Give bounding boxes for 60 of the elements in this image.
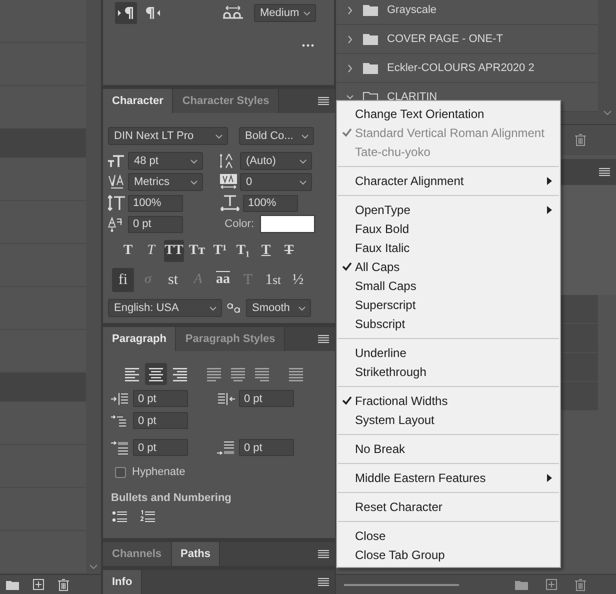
checkbox-label: Hyphenate (132, 466, 186, 478)
menu-item[interactable]: Middle Eastern Features (337, 468, 560, 487)
font-family-dropdown[interactable]: DIN Next LT Pro (108, 127, 228, 145)
language-dropdown[interactable]: English: USA (108, 299, 222, 317)
menu-item[interactable]: No Break (337, 439, 560, 458)
type-style-button[interactable]: T¹ (210, 240, 230, 262)
layer-name: Grayscale (387, 4, 437, 16)
layer-row[interactable]: COVER PAGE - ONE-T (336, 25, 598, 54)
layer-name: Eckler-COLOURS APR2020 2 (387, 62, 534, 74)
type-style-button[interactable]: Tт (187, 240, 207, 262)
justification-dropdown[interactable]: Medium (254, 4, 316, 22)
menu-item[interactable]: Strikethrough (337, 362, 560, 381)
baseline-shift-field[interactable]: 0 pt (128, 216, 183, 232)
type-style-button[interactable]: T (256, 240, 276, 262)
menu-item[interactable]: Close Tab Group (337, 545, 560, 564)
menu-item[interactable]: Reset Character (337, 497, 560, 516)
space-before-field[interactable]: 0 pt (133, 439, 188, 456)
menu-item[interactable]: Superscript (337, 295, 560, 314)
color-label: Color: (224, 218, 254, 230)
type-style-button[interactable]: T (279, 240, 299, 262)
leading-dropdown[interactable]: (Auto) (240, 152, 312, 170)
opentype-button[interactable]: fi (112, 268, 134, 292)
first-line-indent-field[interactable]: 0 pt (133, 412, 188, 429)
menu-item[interactable]: System Layout (337, 410, 560, 429)
panel-tab[interactable]: Paths (172, 542, 220, 566)
layer-name: COVER PAGE - ONE-T (387, 33, 503, 45)
menu-item[interactable]: Faux Italic (337, 238, 560, 257)
vertical-scale-field[interactable]: 100% (128, 194, 183, 212)
panel-tab[interactable]: Character (103, 89, 174, 113)
type-style-button[interactable]: T (118, 240, 138, 262)
type-style-button[interactable]: T (141, 240, 161, 262)
tracking-dropdown[interactable]: 0 (240, 173, 312, 191)
menu-item[interactable]: Close (337, 526, 560, 545)
opentype-button[interactable]: aa (212, 268, 234, 292)
menu-item[interactable]: Character Alignment (337, 171, 560, 190)
horizontal-scale-field[interactable]: 100% (243, 194, 298, 212)
opentype-button[interactable]: ½ (287, 268, 309, 292)
left-indent-field[interactable]: 0 pt (133, 390, 188, 407)
menu-item[interactable]: Underline (337, 343, 560, 362)
font-size-dropdown[interactable]: 48 pt (128, 152, 203, 170)
section-heading: Bullets and Numbering (111, 492, 232, 504)
space-after-field[interactable]: 0 pt (239, 439, 294, 456)
opentype-button[interactable]: st (162, 268, 184, 292)
menu-item[interactable]: OpenType (337, 200, 560, 219)
type-style-button[interactable]: TT (164, 240, 184, 262)
panel-tab[interactable]: Info (103, 570, 142, 594)
anti-alias-dropdown[interactable]: Smooth (246, 299, 311, 317)
menu-item[interactable]: Fractional Widths (337, 391, 560, 410)
layer-row[interactable]: Grayscale (336, 0, 598, 25)
menu-item[interactable]: Subscript (337, 314, 560, 333)
layer-row[interactable]: Eckler-COLOURS APR2020 2 (336, 54, 598, 83)
menu-item[interactable]: Small Caps (337, 276, 560, 295)
right-indent-field[interactable]: 0 pt (239, 390, 294, 407)
type-style-button[interactable]: T₁ (233, 240, 253, 262)
font-style-dropdown[interactable]: Bold Co... (239, 127, 314, 145)
menu-item[interactable]: Faux Bold (337, 219, 560, 238)
menu-item[interactable]: All Caps (337, 257, 560, 276)
layer-name: CLARITIN (387, 91, 438, 103)
kerning-dropdown[interactable]: Metrics (128, 173, 203, 191)
panel-tab[interactable]: Paragraph (103, 327, 176, 351)
